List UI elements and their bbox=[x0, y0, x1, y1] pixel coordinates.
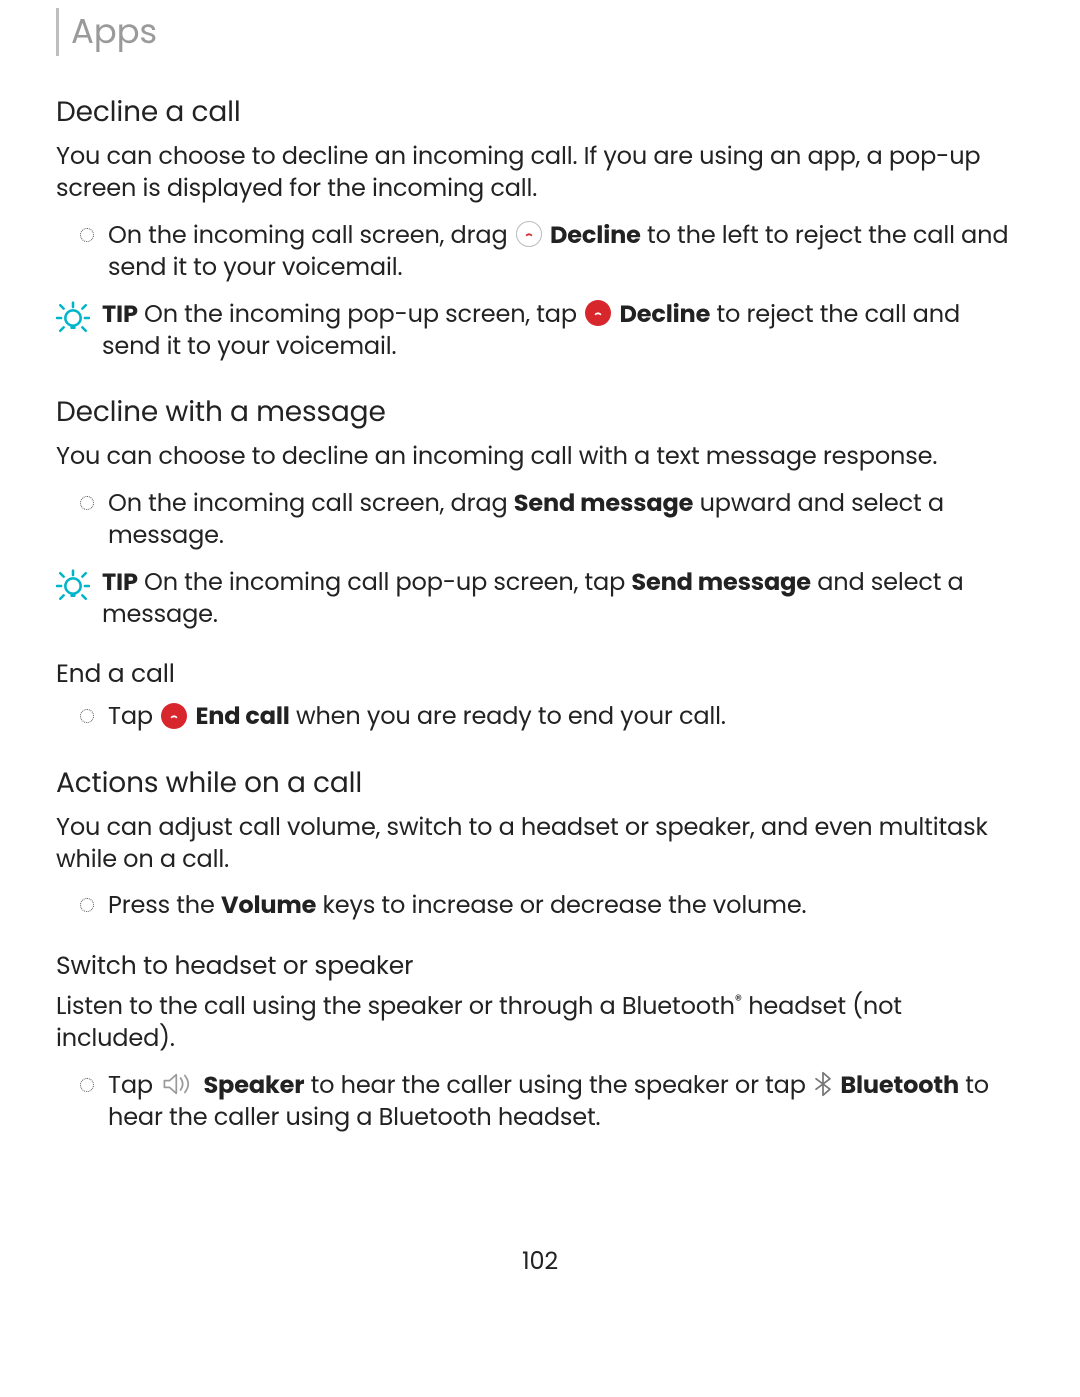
bullet-icon bbox=[80, 228, 94, 242]
text-fragment: when you are ready to end your call. bbox=[296, 700, 726, 733]
decline-call-icon bbox=[585, 300, 611, 326]
tip-label: TIP bbox=[102, 566, 138, 599]
text-bold: Decline bbox=[619, 298, 710, 331]
text-fragment: to hear the caller using the speaker or … bbox=[311, 1069, 812, 1102]
tip-text: TIP On the incoming pop-up screen, tap D… bbox=[102, 299, 1024, 364]
text-bold: Send message bbox=[514, 487, 694, 520]
heading-decline-call: Decline a call bbox=[56, 91, 1024, 133]
bullet-icon bbox=[80, 898, 94, 912]
text-fragment: Press the bbox=[108, 889, 221, 922]
bullet-decline: On the incoming call screen, drag Declin… bbox=[80, 220, 1024, 285]
bullet-text: Tap Speaker to hear the caller using the… bbox=[108, 1070, 1024, 1135]
text-bold: Send message bbox=[631, 566, 811, 599]
bullet-icon bbox=[80, 496, 94, 510]
text-bold: Volume bbox=[221, 889, 316, 922]
heading-actions-on-call: Actions while on a call bbox=[56, 762, 1024, 804]
bullet-text: On the incoming call screen, drag Send m… bbox=[108, 488, 1024, 553]
bullet-speaker-bluetooth: Tap Speaker to hear the caller using the… bbox=[80, 1070, 1024, 1135]
decline-call-icon bbox=[516, 221, 542, 247]
tip-label: TIP bbox=[102, 298, 138, 331]
tip-decline-msg: TIP On the incoming call pop-up screen, … bbox=[56, 567, 1024, 632]
registered-mark: ® bbox=[735, 991, 742, 1011]
text-fragment: Tap bbox=[108, 700, 159, 733]
text-fragment: On the incoming pop-up screen, tap bbox=[144, 298, 583, 331]
bullet-decline-msg: On the incoming call screen, drag Send m… bbox=[80, 488, 1024, 553]
tip-text: TIP On the incoming call pop-up screen, … bbox=[102, 567, 1024, 632]
bullet-text: Tap End call when you are ready to end y… bbox=[108, 701, 726, 733]
page-number: 102 bbox=[0, 1244, 1080, 1279]
header-title: Apps bbox=[71, 6, 157, 57]
tip-decline: TIP On the incoming pop-up screen, tap D… bbox=[56, 299, 1024, 364]
end-call-icon bbox=[161, 703, 187, 729]
lightbulb-icon bbox=[56, 569, 90, 610]
text-bold: Decline bbox=[550, 219, 641, 252]
bullet-text: Press the Volume keys to increase or dec… bbox=[108, 890, 806, 922]
header-divider bbox=[56, 8, 59, 56]
bullet-end-call: Tap End call when you are ready to end y… bbox=[80, 701, 1024, 733]
text-fragment: On the incoming call pop-up screen, tap bbox=[144, 566, 631, 599]
lightbulb-icon bbox=[56, 301, 90, 342]
text-bold: End call bbox=[195, 700, 289, 733]
text-fragment: keys to increase or decrease the volume. bbox=[323, 889, 807, 922]
text-fragment: Listen to the call using the speaker or … bbox=[56, 990, 735, 1023]
paragraph-actions-intro: You can adjust call volume, switch to a … bbox=[56, 812, 1024, 877]
paragraph-switch-intro: Listen to the call using the speaker or … bbox=[56, 991, 1024, 1056]
text-fragment: On the incoming call screen, drag bbox=[108, 219, 514, 252]
bullet-text: On the incoming call screen, drag Declin… bbox=[108, 220, 1024, 285]
text-fragment: On the incoming call screen, drag bbox=[108, 487, 514, 520]
bluetooth-icon bbox=[814, 1071, 832, 1097]
page-container: Apps Decline a call You can choose to de… bbox=[0, 0, 1080, 1397]
heading-end-call: End a call bbox=[56, 655, 1024, 693]
text-bold: Bluetooth bbox=[840, 1069, 959, 1102]
bullet-volume: Press the Volume keys to increase or dec… bbox=[80, 890, 1024, 922]
heading-switch-headset: Switch to headset or speaker bbox=[56, 947, 1024, 985]
bullet-icon bbox=[80, 709, 94, 723]
bullet-icon bbox=[80, 1078, 94, 1092]
text-fragment: Tap bbox=[108, 1069, 159, 1102]
paragraph-decline-msg-intro: You can choose to decline an incoming ca… bbox=[56, 441, 1024, 473]
page-header: Apps bbox=[56, 0, 1024, 57]
paragraph-decline-intro: You can choose to decline an incoming ca… bbox=[56, 141, 1024, 206]
text-bold: Speaker bbox=[203, 1069, 304, 1102]
heading-decline-message: Decline with a message bbox=[56, 391, 1024, 433]
speaker-icon bbox=[161, 1071, 195, 1097]
